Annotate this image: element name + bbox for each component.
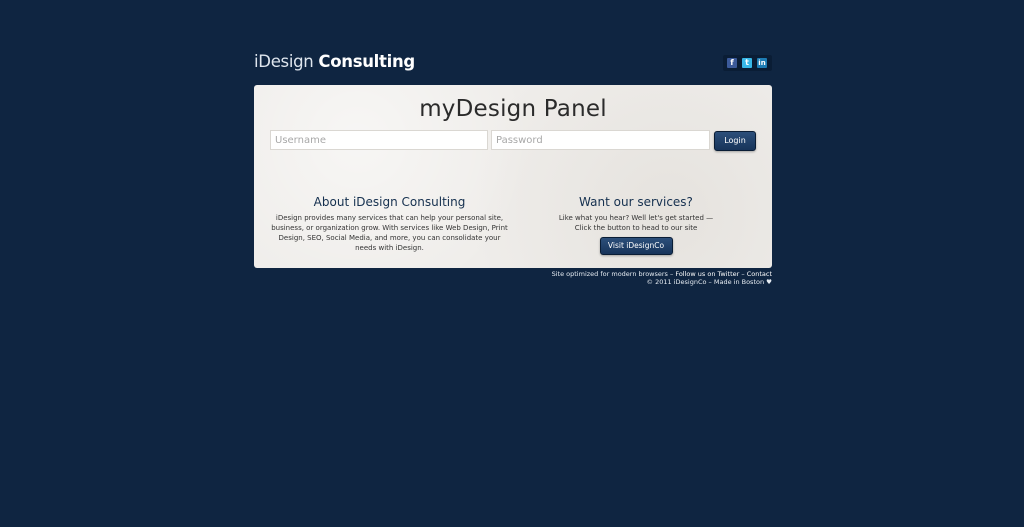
services-heading: Want our services? xyxy=(579,195,693,209)
footer-note: Site optimized for modern browsers xyxy=(551,270,668,278)
twitter-follow-link[interactable]: Follow us on Twitter xyxy=(675,270,739,278)
site-logo[interactable]: iDesign Consulting xyxy=(254,52,415,71)
visit-site-button[interactable]: Visit iDesignCo xyxy=(599,237,673,255)
about-section: About iDesign Consulting iDesign provide… xyxy=(267,195,512,253)
login-panel: myDesign Panel Login About iDesign Consu… xyxy=(254,85,772,268)
brand-name-thin: iDesign xyxy=(254,52,314,71)
services-text-line2: Click the button to head to our site xyxy=(574,224,698,232)
username-input[interactable] xyxy=(270,130,488,150)
panel-title: myDesign Panel xyxy=(419,96,607,122)
services-section: Want our services? Like what you hear? W… xyxy=(536,195,736,255)
services-text: Like what you hear? Well let's get start… xyxy=(536,213,736,233)
footer: Site optimized for modern browsers – Fol… xyxy=(254,270,772,286)
about-heading: About iDesign Consulting xyxy=(313,195,466,209)
services-text-line1: Like what you hear? Well let's get start… xyxy=(558,214,714,222)
linkedin-icon[interactable]: in xyxy=(757,58,767,68)
social-links: f t in xyxy=(723,55,772,71)
contact-link[interactable]: Contact xyxy=(747,270,772,278)
twitter-icon[interactable]: t xyxy=(742,58,752,68)
login-button[interactable]: Login xyxy=(714,131,756,151)
password-input[interactable] xyxy=(491,130,710,150)
footer-separator: – xyxy=(739,270,747,278)
about-text: iDesign provides many services that can … xyxy=(271,214,508,252)
footer-links: Site optimized for modern browsers – Fol… xyxy=(254,270,772,278)
facebook-icon[interactable]: f xyxy=(727,58,737,68)
copyright: © 2011 iDesignCo – Made in Boston ♥ xyxy=(646,278,772,286)
brand-name-bold: Consulting xyxy=(318,52,415,71)
